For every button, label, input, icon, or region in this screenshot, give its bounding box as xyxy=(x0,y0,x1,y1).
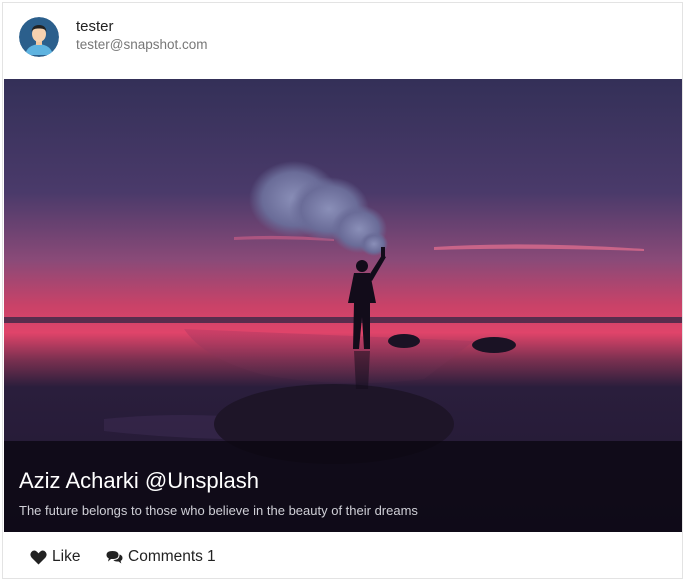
like-label: Like xyxy=(52,548,81,565)
post-image[interactable]: Aziz Acharki @Unsplash The future belong… xyxy=(4,79,682,532)
avatar[interactable] xyxy=(19,17,59,57)
comments-label: Comments xyxy=(128,548,203,565)
post-header: tester tester@snapshot.com xyxy=(3,3,682,79)
caption-title: Aziz Acharki @Unsplash xyxy=(19,468,259,493)
comments-count: 1 xyxy=(206,548,216,565)
comments-button[interactable]: Comments 1 xyxy=(106,548,216,566)
user-email: tester@snapshot.com xyxy=(76,37,208,52)
heart-icon xyxy=(30,550,47,565)
user-avatar-icon xyxy=(19,17,59,57)
comments-icon xyxy=(106,550,123,564)
post-card: tester tester@snapshot.com Aziz Acharki … xyxy=(2,2,683,579)
like-button[interactable]: Like xyxy=(30,548,80,566)
caption-text: The future belongs to those who believe … xyxy=(19,503,418,518)
post-actions: Like Comments 1 xyxy=(3,532,682,578)
user-name: tester xyxy=(76,18,114,35)
image-caption: Aziz Acharki @Unsplash The future belong… xyxy=(4,441,682,532)
